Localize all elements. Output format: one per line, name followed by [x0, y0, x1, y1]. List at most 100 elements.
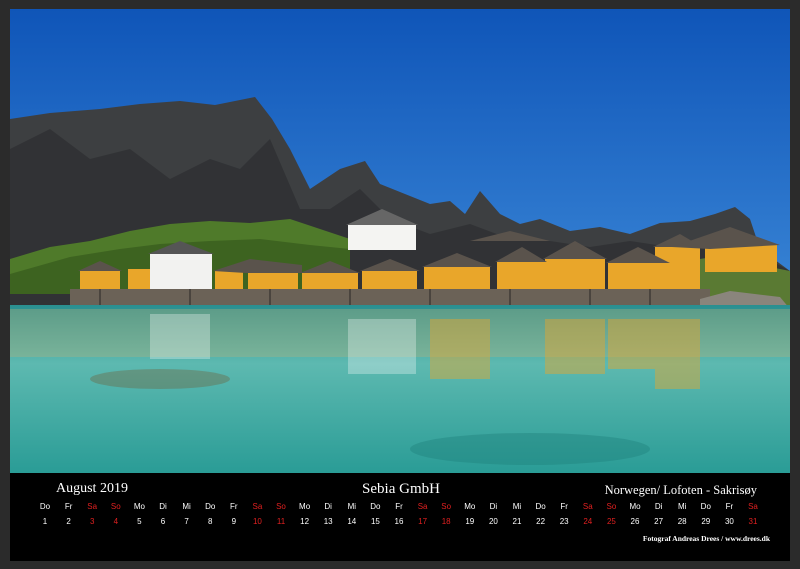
day-number: 13	[323, 517, 333, 526]
photo-location: Norwegen/ Lofoten - Sakrisøy	[604, 483, 757, 497]
day-number: 10	[252, 517, 262, 526]
day-column: Do 8	[199, 502, 221, 527]
day-column: Fr 16	[388, 502, 410, 527]
day-number: 6	[160, 517, 166, 526]
day-column: So 18	[435, 502, 457, 527]
day-number: 17	[418, 517, 428, 526]
day-number: 20	[488, 517, 498, 526]
white-house	[150, 254, 212, 290]
day-number: 22	[536, 517, 546, 526]
day-column: Mi 28	[671, 502, 693, 527]
weekday-name: Mo	[133, 502, 145, 511]
month-label: August 2019	[56, 481, 128, 496]
pier	[70, 289, 710, 305]
weekday-name: Do	[39, 502, 51, 511]
weekday-name: Di	[654, 502, 663, 511]
day-column: Mi 7	[176, 502, 198, 527]
weekday-name: Mi	[512, 502, 522, 511]
weekday-name: Sa	[252, 502, 263, 511]
day-column: Di 27	[648, 502, 670, 527]
weekday-name: Mi	[677, 502, 687, 511]
weekday-name: Fr	[230, 502, 238, 511]
day-number: 8	[207, 517, 213, 526]
day-column: Mi 21	[506, 502, 528, 527]
weekday-name: Sa	[748, 502, 758, 511]
weekday-name: Mo	[464, 502, 476, 511]
weekday-name: Fr	[725, 502, 734, 511]
day-number: 7	[184, 517, 189, 526]
day-column: Mo 12	[294, 502, 316, 527]
day-column: Do 22	[530, 502, 552, 527]
day-column: Fr 23	[553, 502, 575, 527]
weekday-name: Do	[205, 502, 216, 511]
day-grid: Do 1 Fr 2 Sa 3 So 4 Mo 5 Di 6 Mi 7 Do 8 Fr 9 Sa 10 So 11 Mo 12 D…	[10, 502, 790, 536]
day-number: 24	[583, 517, 593, 526]
day-column: Sa 17	[412, 502, 434, 527]
day-number: 14	[347, 517, 357, 526]
day-column: Di 6	[152, 502, 174, 527]
weekday-name: Mo	[299, 502, 311, 511]
day-number: 31	[748, 517, 758, 526]
day-column: So 4	[105, 502, 127, 527]
day-column: Mo 26	[624, 502, 646, 527]
weekday-name: Mi	[182, 502, 191, 511]
weekday-name: Di	[324, 502, 332, 511]
day-number: 15	[370, 517, 380, 526]
day-number: 23	[559, 517, 569, 526]
day-number: 2	[66, 517, 71, 526]
day-column: Mo 5	[128, 502, 150, 527]
day-column: So 25	[600, 502, 622, 527]
day-column: Do 1	[34, 502, 56, 527]
day-number: 28	[677, 517, 687, 526]
weekday-name: Do	[370, 502, 381, 511]
weekday-name: So	[441, 502, 452, 511]
weekday-name: Fr	[64, 502, 73, 511]
calendar-bar: August 2019 Sebia GmbH Norwegen/ Lofoten…	[10, 473, 790, 561]
weekday-name: Do	[535, 502, 546, 511]
weekday-name: Di	[489, 502, 498, 511]
day-number: 9	[231, 517, 237, 526]
weekday-name: Sa	[417, 502, 428, 511]
weekday-name: Mo	[629, 502, 641, 511]
day-number: 1	[42, 517, 48, 526]
day-column: Sa 10	[246, 502, 268, 527]
day-number: 25	[606, 517, 616, 526]
day-column: Sa 3	[81, 502, 103, 527]
day-column: Fr 9	[223, 502, 245, 527]
day-column: Sa 31	[742, 502, 764, 527]
day-column: So 11	[270, 502, 292, 527]
day-number: 26	[630, 517, 640, 526]
company-name: Sebia GmbH	[362, 481, 440, 497]
photo-credit: Fotograf Andreas Drees / www.drees.dk	[642, 534, 770, 543]
day-number: 3	[89, 517, 95, 526]
day-column: Mo 19	[459, 502, 481, 527]
day-column: Sa 24	[577, 502, 599, 527]
weekday-name: Fr	[395, 502, 403, 511]
day-column: Di 13	[317, 502, 339, 527]
white-villa	[348, 224, 416, 250]
day-number: 5	[137, 517, 142, 526]
day-number: 19	[465, 517, 475, 526]
weekday-name: So	[606, 502, 617, 511]
weekday-name: Sa	[582, 502, 593, 511]
day-column: Fr 30	[718, 502, 740, 527]
day-number: 12	[300, 517, 310, 526]
day-column: Fr 2	[58, 502, 80, 527]
day-column: Di 20	[482, 502, 504, 527]
weekday-name: Mi	[347, 502, 357, 511]
weekday-name: So	[276, 502, 286, 511]
day-number: 30	[724, 517, 734, 526]
day-number: 11	[276, 517, 286, 526]
day-number: 4	[113, 517, 119, 526]
day-number: 29	[701, 517, 711, 526]
day-column: Do 15	[364, 502, 386, 527]
day-number: 27	[654, 517, 664, 526]
landscape-photo	[10, 9, 790, 473]
weekday-name: Do	[700, 502, 711, 511]
day-number: 16	[394, 517, 404, 526]
weekday-name: Sa	[87, 502, 98, 511]
day-number: 21	[512, 517, 522, 526]
weekday-name: Fr	[560, 502, 568, 511]
weekday-name: So	[110, 502, 121, 511]
day-column: Mi 14	[341, 502, 363, 527]
